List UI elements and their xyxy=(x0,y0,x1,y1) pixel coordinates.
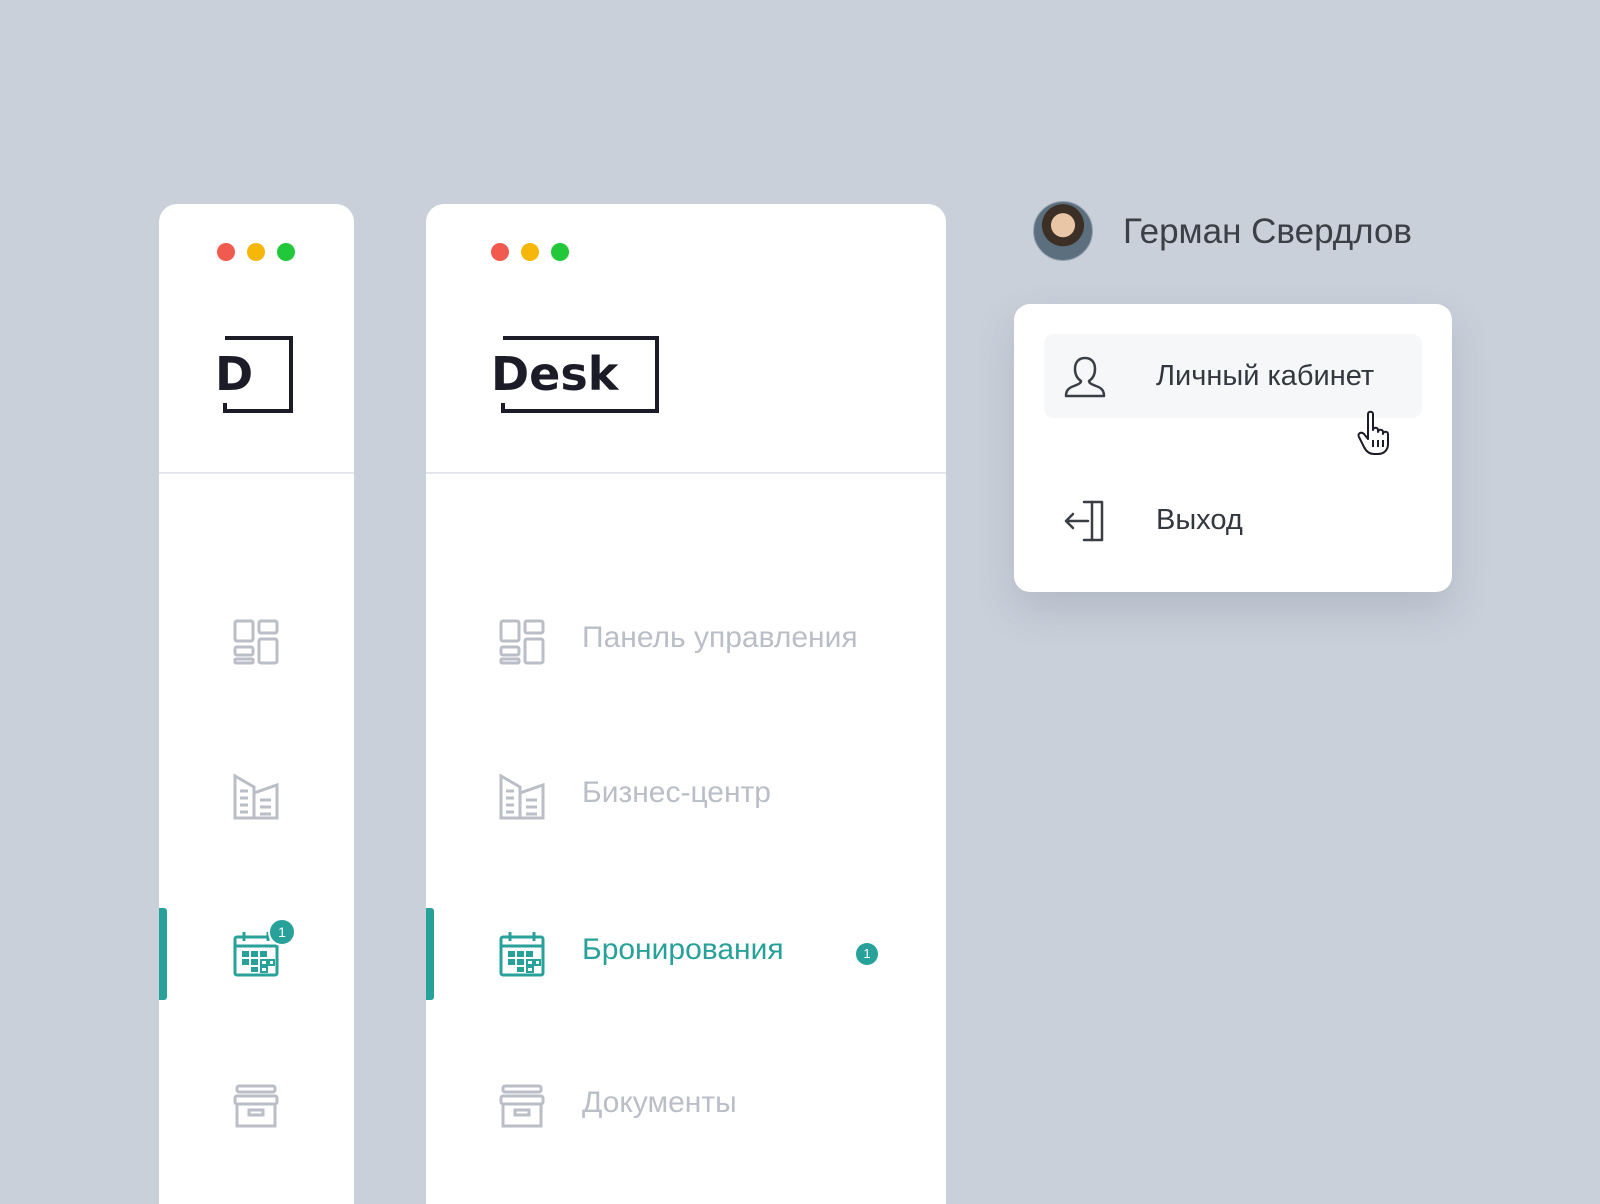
nav-label: Бизнес-центр xyxy=(582,776,771,809)
nav-item-documents-collapsed[interactable] xyxy=(159,1061,354,1153)
pointer-cursor-icon xyxy=(1357,410,1389,455)
archive-icon xyxy=(233,1084,279,1128)
nav-item-documents[interactable]: Документы xyxy=(426,1061,946,1153)
desk-logo-collapsed[interactable]: D xyxy=(217,335,297,415)
user-name: Герман Свердлов xyxy=(1123,212,1413,251)
active-indicator xyxy=(426,908,434,1000)
dashboard-icon xyxy=(499,619,545,665)
collapsed-sidebar: D 1 xyxy=(159,204,354,1204)
menu-item-label: Выход xyxy=(1156,504,1243,536)
nav-label: Документы xyxy=(582,1086,737,1119)
expanded-sidebar: Desk Панель управления Бизнес-центр Брон… xyxy=(426,204,946,1204)
business-center-icon xyxy=(233,773,279,820)
nav-label: Бронирования xyxy=(582,933,784,966)
nav-item-business-center[interactable]: Бизнес-центр xyxy=(426,751,946,843)
business-center-icon xyxy=(499,773,545,820)
nav-item-business-center-collapsed[interactable] xyxy=(159,751,354,843)
logo-area: D xyxy=(159,204,354,474)
dashboard-icon xyxy=(233,619,279,665)
user-menu-trigger[interactable]: Герман Свердлов xyxy=(1033,201,1453,261)
calendar-icon xyxy=(499,932,545,977)
archive-icon xyxy=(499,1084,545,1128)
menu-item-label: Личный кабинет xyxy=(1156,360,1375,392)
nav-label: Панель управления xyxy=(582,621,858,654)
logo-wordmark: Desk xyxy=(491,347,620,401)
nav-item-bookings-collapsed[interactable]: 1 xyxy=(159,908,354,1000)
nav-item-bookings[interactable]: Бронирования 1 xyxy=(426,908,946,1000)
active-indicator xyxy=(159,908,167,1000)
logo-letter: D xyxy=(217,347,253,401)
menu-item-logout[interactable]: Выход xyxy=(1044,478,1422,562)
user-icon xyxy=(1064,356,1106,398)
nav-item-dashboard-collapsed[interactable] xyxy=(159,596,354,688)
desk-logo[interactable]: Desk xyxy=(491,335,663,415)
menu-item-profile[interactable]: Личный кабинет xyxy=(1044,334,1422,418)
notification-badge: 1 xyxy=(268,918,296,946)
avatar[interactable] xyxy=(1033,201,1093,261)
notification-badge: 1 xyxy=(856,943,878,965)
nav-item-dashboard[interactable]: Панель управления xyxy=(426,596,946,688)
logo-area: Desk xyxy=(426,204,946,474)
logout-icon xyxy=(1064,500,1104,542)
